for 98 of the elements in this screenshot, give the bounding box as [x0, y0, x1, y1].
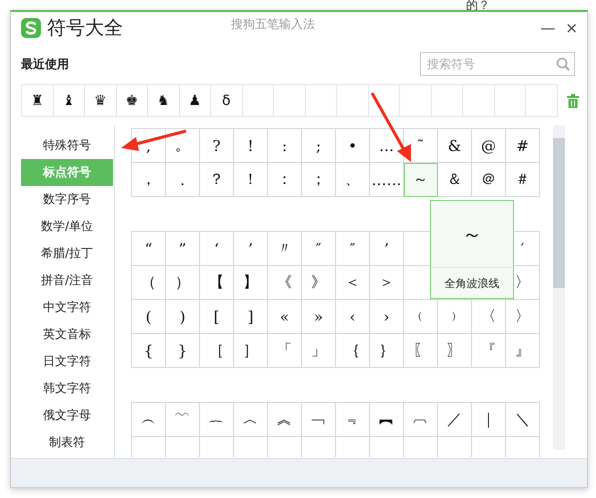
symbol-cell[interactable]: ︵: [132, 403, 166, 437]
symbol-cell[interactable]: （: [132, 266, 166, 300]
scrollbar[interactable]: [553, 125, 565, 450]
symbol-cell[interactable]: ›: [370, 300, 404, 334]
search-field[interactable]: 搜索符号: [420, 52, 575, 76]
category-item[interactable]: 韩文字符: [21, 375, 113, 402]
symbol-cell[interactable]: 【: [200, 266, 234, 300]
symbol-cell[interactable]: ’: [234, 232, 268, 266]
symbol-cell[interactable]: ︻: [370, 403, 404, 437]
symbol-cell[interactable]: ［: [200, 334, 234, 368]
symbol-cell[interactable]: (: [132, 300, 166, 334]
symbol-cell[interactable]: ］: [234, 334, 268, 368]
symbol-cell[interactable]: ;: [302, 129, 336, 163]
symbol-cell[interactable]: ）: [166, 266, 200, 300]
symbol-cell[interactable]: ；: [302, 163, 336, 197]
symbol-cell[interactable]: &: [438, 129, 472, 163]
arrow: [370, 92, 411, 162]
logo-icon: [21, 18, 41, 38]
symbol-cell[interactable]: ：: [268, 163, 302, 197]
symbol-cell[interactable]: }: [166, 334, 200, 368]
symbol-cell[interactable]: 」: [302, 334, 336, 368]
symbol-cell[interactable]: ＆: [438, 163, 472, 197]
category-item[interactable]: 英文音标: [21, 321, 113, 348]
symbol-cell[interactable]: 』: [506, 334, 540, 368]
recent-slot[interactable]: [368, 85, 400, 117]
window-title: 符号大全: [47, 16, 123, 41]
symbol-cell[interactable]: 》: [302, 266, 336, 300]
search-icon[interactable]: [556, 57, 570, 71]
symbol-cell[interactable]: 〃: [268, 232, 302, 266]
symbol-cell[interactable]: ]: [234, 300, 268, 334]
tooltip-label: 全角波浪线: [444, 276, 500, 291]
minimize-button[interactable]: —: [537, 19, 558, 37]
symbol-cell[interactable]: 〈: [472, 300, 506, 334]
symbol-cell[interactable]: ＜: [336, 266, 370, 300]
symbol-cell[interactable]: 〖: [404, 334, 438, 368]
category-item[interactable]: 日文字符: [21, 348, 113, 375]
category-item[interactable]: 数学/单位: [21, 213, 113, 240]
symbol-cell[interactable]: »: [302, 300, 336, 334]
symbol-cell[interactable]: 】: [234, 266, 268, 300]
symbol-cell[interactable]: ’: [370, 232, 404, 266]
symbol-cell[interactable]: 《: [268, 266, 302, 300]
symbol-cell[interactable]: [: [200, 300, 234, 334]
symbol-cell[interactable]: ″: [302, 232, 336, 266]
symbol-cell[interactable]: ＞: [370, 266, 404, 300]
symbol-cell[interactable]: ︽: [268, 403, 302, 437]
symbol-cell[interactable]: ): [166, 300, 200, 334]
symbol-cell[interactable]: ″: [336, 232, 370, 266]
window-subtitle: 搜狗五笔输入法: [231, 16, 316, 32]
symbol-cell[interactable]: «: [268, 300, 302, 334]
symbol-cell[interactable]: ︿: [234, 403, 268, 437]
symbol-cell[interactable]: ︷: [200, 403, 234, 437]
symbol-cell[interactable]: 、: [336, 163, 370, 197]
category-item[interactable]: 制表符: [21, 429, 113, 456]
close-button[interactable]: ×: [562, 19, 581, 37]
category-item[interactable]: 俄文字母: [21, 402, 113, 429]
symbol-cell[interactable]: {: [132, 334, 166, 368]
symbol-cell[interactable]: @: [472, 129, 506, 163]
symbol-cell[interactable]: ﹁: [302, 403, 336, 437]
symbol-cell[interactable]: ?: [200, 129, 234, 163]
arrow: [121, 130, 186, 151]
symbol-cell[interactable]: ‹: [336, 300, 370, 334]
symbol-cell[interactable]: ﹚: [438, 300, 472, 334]
category-item[interactable]: 中文字符: [21, 294, 113, 321]
symbol-cell[interactable]: ＃: [506, 163, 540, 197]
category-item[interactable]: 特殊符号: [21, 132, 113, 159]
symbol-cell[interactable]: 『: [472, 334, 506, 368]
scrollbar-thumb[interactable]: [553, 138, 565, 288]
section-label: 最近使用: [21, 56, 69, 72]
symbol-cell[interactable]: ～: [404, 163, 438, 197]
symbol-cell[interactable]: ？: [200, 163, 234, 197]
trash-icon[interactable]: [566, 94, 578, 108]
symbol-cell[interactable]: ”: [166, 232, 200, 266]
symbol-cell[interactable]: 。: [166, 129, 200, 163]
symbol-cell[interactable]: ＠: [472, 163, 506, 197]
symbol-cell[interactable]: ｝: [370, 334, 404, 368]
symbol-cell[interactable]: ／: [438, 403, 472, 437]
symbol-cell[interactable]: ，: [132, 163, 166, 197]
symbol-cell[interactable]: 〗: [438, 334, 472, 368]
symbol-cell[interactable]: ｜: [472, 403, 506, 437]
symbol-cell[interactable]: ＼: [506, 403, 540, 437]
symbol-cell[interactable]: •: [336, 129, 370, 163]
symbol-cell[interactable]: ﹋: [166, 403, 200, 437]
symbol-cell[interactable]: !: [234, 129, 268, 163]
symbol-cell[interactable]: ︹: [404, 403, 438, 437]
category-item[interactable]: 希腊/拉丁: [21, 240, 113, 267]
symbol-cell[interactable]: ﹙: [404, 300, 438, 334]
symbol-cell[interactable]: .: [166, 163, 200, 197]
symbol-cell[interactable]: #: [506, 129, 540, 163]
symbol-cell[interactable]: “: [132, 232, 166, 266]
category-item[interactable]: 拼音/注音: [21, 267, 113, 294]
symbol-cell[interactable]: ﹃: [336, 403, 370, 437]
symbol-cell[interactable]: 「: [268, 334, 302, 368]
symbol-cell[interactable]: ｛: [336, 334, 370, 368]
symbol-cell[interactable]: ‘: [200, 232, 234, 266]
symbol-cell[interactable]: 〉: [506, 300, 540, 334]
symbol-cell[interactable]: ！: [234, 163, 268, 197]
category-item[interactable]: 数字序号: [21, 186, 113, 213]
symbol-cell[interactable]: :: [268, 129, 302, 163]
